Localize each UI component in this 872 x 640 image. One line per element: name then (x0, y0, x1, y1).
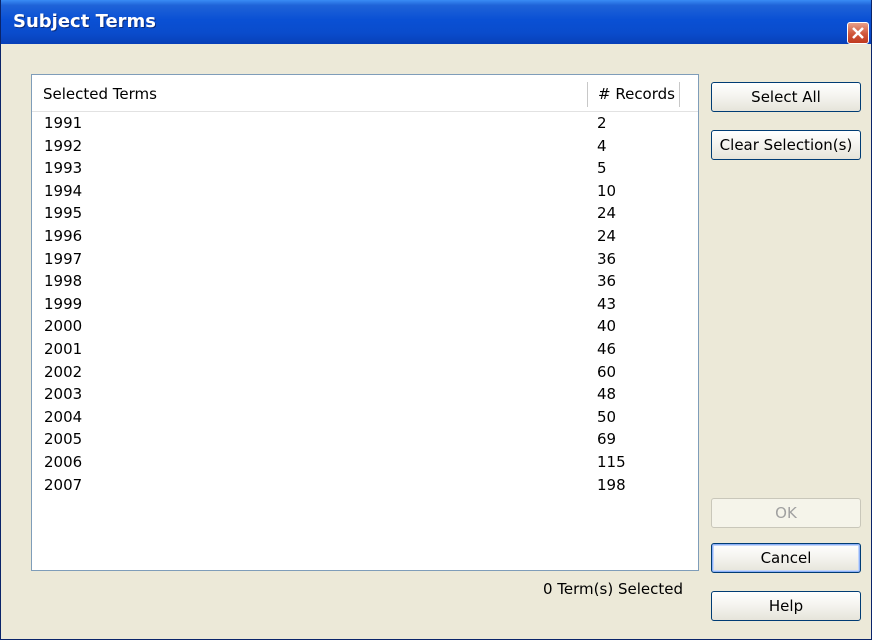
term-cell: 1995 (44, 204, 83, 223)
term-cell: 1997 (44, 249, 83, 268)
column-header-selected-terms[interactable]: Selected Terms (43, 85, 157, 103)
list-item[interactable]: 2003 48 (32, 383, 698, 406)
records-cell: 40 (597, 317, 617, 336)
terms-list[interactable]: Selected Terms # Records 1991 2 1992 4 1993 5… (31, 74, 699, 571)
term-cell: 1991 (44, 114, 83, 132)
records-cell: 24 (597, 226, 617, 245)
list-item[interactable]: 2004 50 (32, 406, 698, 429)
records-cell: 4 (597, 136, 607, 155)
dialog-title: Subject Terms (13, 11, 157, 32)
help-button[interactable]: Help (711, 591, 861, 621)
term-cell: 1993 (44, 159, 83, 178)
records-cell: 36 (597, 249, 617, 268)
term-cell: 2006 (44, 452, 83, 471)
records-cell: 69 (597, 430, 617, 449)
term-cell: 2005 (44, 430, 83, 449)
term-cell: 1992 (44, 136, 83, 155)
records-cell: 43 (597, 294, 617, 313)
term-cell: 1998 (44, 272, 83, 291)
list-item[interactable]: 1995 24 (32, 202, 698, 225)
list-header: Selected Terms # Records (32, 75, 698, 112)
cancel-button[interactable]: Cancel (711, 543, 861, 573)
subject-terms-dialog: Subject Terms Selected Terms # Records 1… (0, 0, 872, 640)
list-item[interactable]: 1999 43 (32, 293, 698, 316)
term-cell: 1994 (44, 181, 83, 200)
list-item[interactable]: 2005 69 (32, 428, 698, 451)
term-cell: 2003 (44, 385, 83, 404)
records-cell: 60 (597, 362, 617, 381)
records-cell: 48 (597, 385, 617, 404)
column-divider[interactable] (587, 82, 588, 107)
list-item[interactable]: 1992 4 (32, 135, 698, 158)
records-cell: 115 (597, 452, 626, 471)
list-item[interactable]: 2000 40 (32, 315, 698, 338)
list-item[interactable]: 1991 2 (32, 112, 698, 135)
list-item[interactable]: 1998 36 (32, 270, 698, 293)
records-cell: 5 (597, 159, 607, 178)
term-cell: 2004 (44, 407, 83, 426)
ok-button[interactable]: OK (711, 498, 861, 528)
list-rows: 1991 2 1992 4 1993 5 1994 10 1995 24 1996 24 1997 36 1… (32, 112, 698, 496)
records-cell: 46 (597, 339, 617, 358)
select-all-button[interactable]: Select All (711, 82, 861, 112)
list-item[interactable]: 1997 36 (32, 248, 698, 271)
term-cell: 2000 (44, 317, 83, 336)
term-cell: 1999 (44, 294, 83, 313)
records-cell: 50 (597, 407, 617, 426)
close-icon (852, 27, 864, 39)
list-item[interactable]: 2001 46 (32, 338, 698, 361)
term-cell: 2002 (44, 362, 83, 381)
records-cell: 2 (597, 114, 607, 132)
term-cell: 1996 (44, 226, 83, 245)
records-cell: 24 (597, 204, 617, 223)
list-item[interactable]: 1996 24 (32, 225, 698, 248)
records-cell: 198 (597, 475, 626, 494)
list-item[interactable]: 2007 198 (32, 474, 698, 497)
column-header-records[interactable]: # Records (598, 85, 675, 103)
title-bar[interactable]: Subject Terms (1, 0, 871, 44)
records-cell: 36 (597, 272, 617, 291)
clear-selection-button[interactable]: Clear Selection(s) (711, 130, 861, 160)
list-item[interactable]: 1994 10 (32, 180, 698, 203)
term-cell: 2007 (44, 475, 83, 494)
term-cell: 2001 (44, 339, 83, 358)
records-cell: 10 (597, 181, 617, 200)
list-item[interactable]: 2006 115 (32, 451, 698, 474)
selection-status: 0 Term(s) Selected (543, 580, 683, 598)
list-item[interactable]: 1993 5 (32, 157, 698, 180)
column-divider[interactable] (679, 82, 680, 107)
close-button[interactable] (847, 22, 869, 44)
list-item[interactable]: 2002 60 (32, 361, 698, 384)
